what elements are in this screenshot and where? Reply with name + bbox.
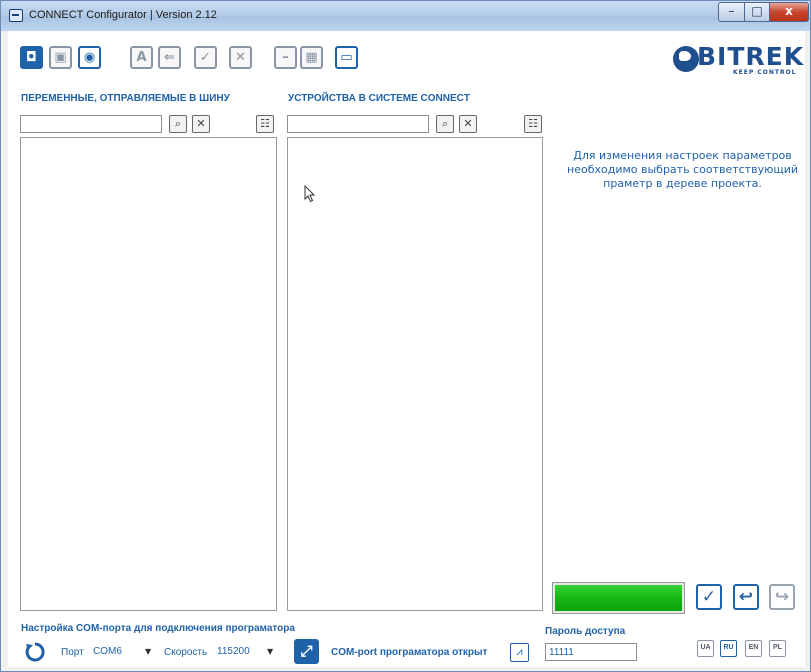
title-bar: CONNECT Configurator | Version 2.12 – □ … xyxy=(1,1,810,31)
middle-panel-title: УСТРОЙСТВА В СИСТЕМЕ CONNECT xyxy=(288,93,470,104)
middle-search-input[interactable] xyxy=(287,115,429,133)
com-status: COM-port програматора открыт xyxy=(331,647,488,658)
maximize-button[interactable]: □ xyxy=(744,2,770,22)
progress-bar xyxy=(552,582,685,614)
lang-ua-button[interactable]: UA xyxy=(697,640,714,657)
speed-label: Скорость xyxy=(164,647,208,658)
minimize-button[interactable]: – xyxy=(718,2,745,22)
progress-fill xyxy=(555,585,682,611)
mouse-cursor-icon xyxy=(304,185,316,203)
lang-ru-button[interactable]: RU xyxy=(720,640,737,657)
left-variables-list[interactable] xyxy=(20,137,277,611)
info-message: Для изменения настроек параметров необхо… xyxy=(567,149,798,190)
middle-tree-icon[interactable]: ☷ xyxy=(524,115,542,133)
speed-dropdown-icon[interactable]: ▼ xyxy=(267,643,273,661)
left-clear-icon[interactable]: ✕ xyxy=(192,115,210,133)
minus-icon[interactable]: – xyxy=(274,46,297,69)
chip-icon[interactable]: ▦ xyxy=(300,46,323,69)
open-file-icon[interactable]: ◘ xyxy=(20,46,43,69)
back-icon[interactable]: ⇐ xyxy=(158,46,181,69)
reply-icon[interactable]: ↩ xyxy=(733,584,759,610)
left-panel-title: ПЕРЕМЕННЫЕ, ОТПРАВЛЯЕМЫЕ В ШИНУ xyxy=(21,93,230,104)
password-label: Пароль доступа xyxy=(545,626,626,637)
speed-select[interactable]: 115200 xyxy=(217,643,250,661)
view-icon[interactable]: ◉ xyxy=(78,46,101,69)
forward-icon[interactable]: ↪ xyxy=(769,584,795,610)
devices-tree[interactable] xyxy=(287,137,543,611)
globe-icon xyxy=(673,46,699,72)
app-icon xyxy=(9,9,23,22)
logo-brand: BITREK xyxy=(697,42,805,71)
monitor-icon[interactable]: ▭ xyxy=(335,46,358,69)
left-search-icon[interactable]: ⌕ xyxy=(169,115,187,133)
apply-check-icon[interactable]: ✓ xyxy=(696,584,722,610)
password-input[interactable] xyxy=(545,643,637,661)
middle-clear-icon[interactable]: ✕ xyxy=(459,115,477,133)
refresh-icon[interactable] xyxy=(24,641,46,663)
window-title: CONNECT Configurator | Version 2.12 xyxy=(29,9,217,21)
close-window-button[interactable]: x xyxy=(769,2,809,22)
save-file-icon[interactable]: ▣ xyxy=(49,46,72,69)
lang-pl-button[interactable]: PL xyxy=(769,640,786,657)
lang-en-button[interactable]: EN xyxy=(745,640,762,657)
logo-tagline: KEEP CONTROL xyxy=(733,69,797,76)
text-icon[interactable]: A xyxy=(130,46,153,69)
com-open-icon[interactable]: ⤢ xyxy=(294,639,319,664)
port-dropdown-icon[interactable]: ▼ xyxy=(145,643,151,661)
left-tree-icon[interactable]: ☷ xyxy=(256,115,274,133)
com-settings-title: Настройка COM-порта для подключения прог… xyxy=(21,623,295,634)
close-icon[interactable]: ✕ xyxy=(229,46,252,69)
middle-search-icon[interactable]: ⌕ xyxy=(436,115,454,133)
pulse-icon[interactable]: ⩘ xyxy=(510,643,529,662)
port-select[interactable]: COM6 xyxy=(93,643,122,661)
bitrek-logo: BITREK KEEP CONTROL xyxy=(673,42,803,78)
left-search-input[interactable] xyxy=(20,115,162,133)
check-icon[interactable]: ✓ xyxy=(194,46,217,69)
port-label: Порт xyxy=(61,647,84,658)
